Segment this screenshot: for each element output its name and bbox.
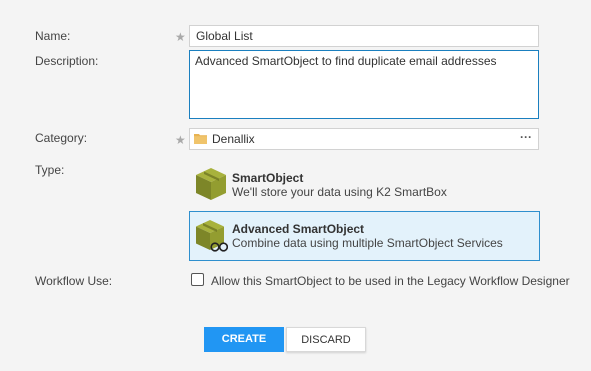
name-label: Name: [35,29,71,43]
workflow-checkbox[interactable] [191,273,204,286]
type-option-title: Advanced SmartObject [232,222,365,236]
smartobject-cube-icon [196,168,226,200]
discard-button[interactable]: DISCARD [286,327,366,352]
advanced-smartobject-cube-glasses-icon [196,220,228,252]
category-label: Category: [35,131,88,145]
type-option-description: Combine data using multiple SmartObject … [232,236,503,250]
type-option-smartobject[interactable]: SmartObject We'll store your data using … [189,160,540,210]
required-star-icon: ★ [175,30,186,44]
description-textarea[interactable]: Advanced SmartObject to find duplicate e… [189,50,539,119]
category-browse-button[interactable]: ··· [520,127,532,147]
workflow-use-label: Workflow Use: [35,274,113,288]
folder-icon [194,134,207,144]
required-star-icon: ★ [175,133,186,147]
type-option-advanced-smartobject[interactable]: Advanced SmartObject Combine data using … [189,211,540,261]
workflow-checkbox-label[interactable]: Allow this SmartObject to be used in the… [211,274,570,288]
category-value: Denallix [212,132,255,146]
category-picker[interactable]: Denallix ··· [189,128,539,150]
type-label: Type: [35,163,65,177]
name-input[interactable]: Global List [189,25,539,47]
create-button[interactable]: CREATE [204,327,284,352]
type-option-description: We'll store your data using K2 SmartBox [232,185,447,199]
description-label: Description: [35,54,99,68]
type-option-title: SmartObject [232,171,304,185]
